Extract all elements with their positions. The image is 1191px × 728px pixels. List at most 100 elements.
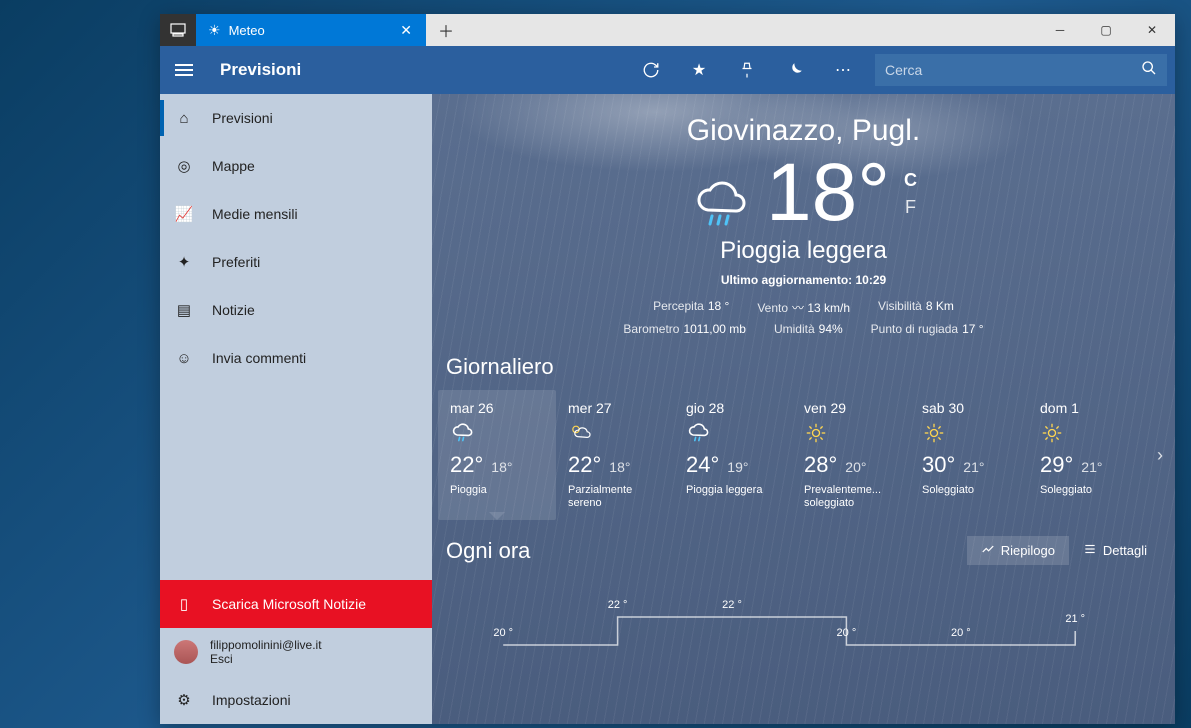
sidebar-item-settings[interactable]: ⚙ Impostazioni [160,676,432,724]
day-card[interactable]: dom 1 29°21° Soleggiato [1028,390,1146,520]
more-button[interactable]: ⋯ [819,46,867,94]
details-toggle[interactable]: Dettagli [1069,536,1161,565]
unit-celsius[interactable]: C [904,170,917,191]
day-low: 21° [963,459,984,475]
news-icon: ▤ [174,301,194,319]
day-weather-icon [686,422,782,446]
day-high: 24° [686,452,719,478]
tab-title: Meteo [229,23,397,38]
sidebar: ⌂ Previsioni ◎ Mappe 📈 Medie mensili ✦ P… [160,94,432,724]
day-low: 20° [845,459,866,475]
hourly-temp-label: 22 ° [722,599,742,611]
day-low: 21° [1081,459,1102,475]
smile-icon: ☺ [174,350,194,367]
day-low: 18° [609,459,630,475]
details-row-1: Percepita18 ° Vento〰 13 km/h Visibilità8… [432,299,1175,316]
day-date: mer 27 [568,400,664,416]
radar-icon: ◎ [174,157,194,175]
maximize-button[interactable]: ▢ [1083,14,1129,46]
weather-icon: ☀ [208,22,221,39]
app-body: ⌂ Previsioni ◎ Mappe 📈 Medie mensili ✦ P… [160,94,1175,724]
favorite-button[interactable]: ★ [675,46,723,94]
day-weather-icon [922,422,1018,446]
sidebar-item-label: Mappe [212,158,255,174]
minimize-button[interactable]: ─ [1037,14,1083,46]
unit-fahrenheit[interactable]: F [904,197,917,218]
sidebar-item-favorites[interactable]: ✦ Preferiti [160,238,432,286]
list-icon [1083,542,1097,559]
search-icon [1141,60,1157,81]
day-date: ven 29 [804,400,900,416]
app-tab[interactable]: ☀ Meteo ✕ [196,14,426,46]
account-email: filippomolinini@live.it [210,638,322,652]
avatar [174,640,198,664]
day-card[interactable]: gio 28 24° 19° Pioggia leggera [674,390,792,520]
day-high: 22° [450,452,483,478]
sidebar-item-forecast[interactable]: ⌂ Previsioni [160,94,432,142]
page-title: Previsioni [220,60,301,80]
sidebar-item-label: Impostazioni [212,692,291,708]
day-date: sab 30 [922,400,1018,416]
sidebar-item-feedback[interactable]: ☺ Invia commenti [160,334,432,382]
chart-icon: 📈 [174,205,194,223]
titlebar: ☀ Meteo ✕ ＋ ─ ▢ ✕ [160,14,1175,46]
summary-toggle[interactable]: Riepilogo [967,536,1069,565]
sidebar-promo-label: Scarica Microsoft Notizie [212,596,366,612]
day-weather-icon [804,422,900,446]
pin-button[interactable] [723,46,771,94]
hourly-temp-label: 20 ° [493,627,513,639]
sidebar-item-maps[interactable]: ◎ Mappe [160,142,432,190]
day-card[interactable]: sab 30 30°21° Soleggiato [910,390,1028,520]
account-item[interactable]: filippomolinini@live.it Esci [160,628,432,676]
hourly-temp-label: 22 ° [608,599,628,611]
day-high: 22° [568,452,601,478]
sidebar-promo[interactable]: ▯ Scarica Microsoft Notizie [160,580,432,628]
command-bar: Previsioni ★ ⋯ [160,46,1175,94]
day-weather-icon [450,422,546,446]
day-date: gio 28 [686,400,782,416]
day-low: 18° [491,459,512,475]
moon-button[interactable] [771,46,819,94]
hourly-temp-label: 20 ° [837,627,857,639]
hourly-temp-label: 20 ° [951,627,971,639]
last-updated: Ultimo aggiornamento: 10:29 [432,273,1175,287]
day-condition: Pioggia [450,484,546,497]
hero: Giovinazzo, Pugl. 18° C F Pioggia legger… [432,94,1175,336]
sidebar-item-label: Invia commenti [212,350,306,366]
close-button[interactable]: ✕ [1129,14,1175,46]
daily-title: Giornaliero [446,354,1175,380]
sidebar-item-label: Preferiti [212,254,260,270]
home-icon: ⌂ [174,110,194,127]
day-weather-icon [1040,422,1136,446]
day-condition: Soleggiato [1040,484,1136,497]
chart-line-icon [981,542,995,559]
sidebar-item-label: Previsioni [212,110,273,126]
gear-icon: ⚙ [174,691,194,709]
search-box[interactable] [875,54,1167,86]
day-condition: Soleggiato [922,484,1018,497]
day-low: 19° [727,459,748,475]
day-condition: Prevalenteme... soleggiato [804,484,900,510]
day-date: dom 1 [1040,400,1136,416]
sidebar-item-news[interactable]: ▤ Notizie [160,286,432,334]
phone-icon: ▯ [174,595,194,613]
day-weather-icon [568,422,664,446]
sidebar-item-label: Medie mensili [212,206,298,222]
task-view-button[interactable] [160,14,196,46]
sidebar-item-monthly[interactable]: 📈 Medie mensili [160,190,432,238]
new-tab-button[interactable]: ＋ [426,14,466,46]
day-card[interactable]: mer 27 22° 18° Parzialmente sereno [556,390,674,520]
hamburger-button[interactable] [160,46,208,94]
day-condition: Pioggia leggera [686,484,782,497]
day-card[interactable]: mar 26 22°18° Pioggia [438,390,556,520]
day-condition: Parzialmente sereno [568,484,664,510]
search-input[interactable] [885,62,1141,78]
app-window: ☀ Meteo ✕ ＋ ─ ▢ ✕ Previsioni ★ ⋯ [160,14,1175,724]
unit-toggle: C F [904,170,917,218]
day-high: 28° [804,452,837,478]
close-tab-button[interactable]: ✕ [396,22,416,39]
day-card[interactable]: ven 29 28° 20° Prevalenteme... soleggiato [792,390,910,520]
next-days-button[interactable]: › [1146,390,1174,520]
refresh-button[interactable] [627,46,675,94]
details-row-2: Barometro1011,00 mb Umidità94% Punto di … [432,322,1175,336]
